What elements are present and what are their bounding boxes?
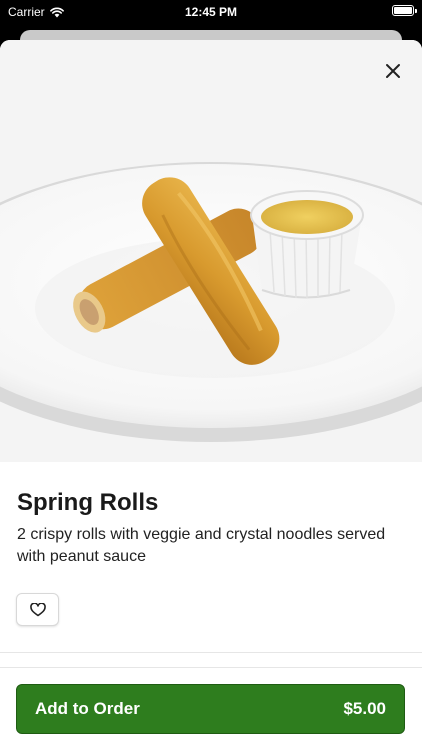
item-title: Spring Rolls <box>17 489 159 516</box>
footer-divider <box>0 667 422 668</box>
add-to-order-button[interactable]: Add to Order $5.00 <box>16 684 405 734</box>
battery-level <box>394 7 412 14</box>
add-to-order-label: Add to Order <box>35 699 140 718</box>
close-button[interactable] <box>376 54 410 88</box>
favorite-button[interactable] <box>16 593 59 626</box>
item-detail-sheet: Spring Rolls 2 crispy rolls with veggie … <box>0 40 422 750</box>
item-photo <box>0 40 422 462</box>
price-label: $5.00 <box>343 699 386 718</box>
item-description: 2 crispy rolls with veggie and crystal n… <box>17 526 386 565</box>
heart-icon <box>29 602 46 616</box>
close-icon <box>386 64 400 78</box>
status-bar: Carrier 12:45 PM <box>0 0 422 24</box>
status-time: 12:45 PM <box>184 5 238 19</box>
divider <box>0 652 422 653</box>
battery-icon <box>392 5 417 16</box>
battery-cap <box>415 8 417 13</box>
screen: Carrier 12:45 PM Spring Rolls 2 crispy r… <box>0 0 422 750</box>
spring-rolls-photo <box>0 40 422 462</box>
